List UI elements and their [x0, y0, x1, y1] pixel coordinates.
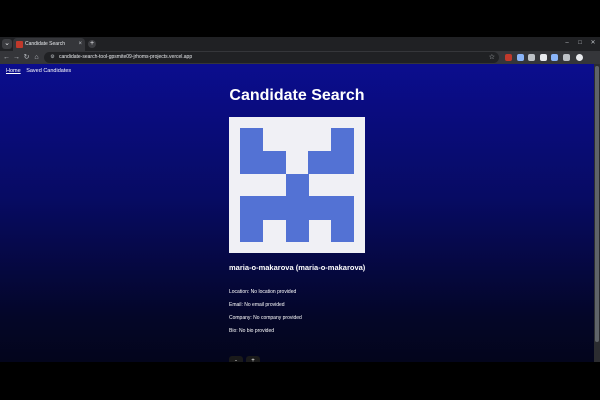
close-window-icon[interactable]: ✕ — [588, 39, 598, 48]
identicon-cell — [262, 196, 287, 220]
browser-window: ⌄ Candidate Search × + – □ ✕ ← → ↻ ⌂ ⚙ c… — [0, 37, 600, 362]
tab-search-button[interactable]: ⌄ — [2, 39, 12, 49]
save-candidate-button[interactable]: + — [246, 356, 260, 362]
candidate-email: Email: No email provided — [229, 302, 285, 308]
extension-github-icon[interactable] — [563, 54, 570, 61]
identicon-cell — [285, 219, 309, 243]
extension-blue-icon[interactable] — [517, 54, 524, 61]
candidate-name: maria-o-makarova (maria-o-makarova) — [229, 263, 366, 272]
favicon-icon — [16, 41, 23, 48]
candidate-company: Company: No company provided — [229, 315, 302, 321]
site-nav: Home Saved Candidates — [6, 68, 75, 74]
candidate-location: Location: No location provided — [229, 289, 297, 295]
url-text: candidate-search-tool-gpsmite09-jrhoms-p… — [59, 54, 193, 60]
reload-icon[interactable]: ↻ — [22, 53, 31, 62]
identicon-cell — [240, 128, 264, 152]
tab-title: Candidate Search — [25, 41, 66, 47]
identicon-cell — [240, 219, 264, 243]
scrollbar-thumb[interactable] — [595, 66, 599, 342]
nav-home-link[interactable]: Home — [6, 68, 21, 74]
identicon-cell — [331, 219, 355, 243]
forward-icon[interactable]: → — [12, 53, 21, 62]
identicon-cell — [331, 150, 355, 175]
reject-candidate-button[interactable]: - — [229, 356, 243, 362]
new-tab-button[interactable]: + — [88, 40, 96, 48]
browser-toolbar: ← → ↻ ⌂ ⚙ candidate-search-tool-gpsmite0… — [0, 51, 600, 64]
identicon-cell — [285, 196, 309, 220]
back-icon[interactable]: ← — [2, 53, 11, 62]
page-viewport: Home Saved Candidates Candidate Search m… — [0, 64, 594, 362]
nav-saved-candidates-link[interactable]: Saved Candidates — [26, 68, 71, 74]
extension-gray-icon[interactable] — [540, 54, 547, 61]
address-bar[interactable]: ⚙ candidate-search-tool-gpsmite09-jrhoms… — [44, 52, 499, 63]
tab-candidate-search[interactable]: Candidate Search × — [13, 38, 85, 51]
bookmark-star-icon[interactable]: ☆ — [489, 52, 495, 63]
identicon-cell — [240, 196, 264, 220]
tab-close-icon[interactable]: × — [78, 40, 82, 49]
identicon-cell — [240, 150, 264, 175]
home-icon[interactable]: ⌂ — [32, 53, 41, 62]
profile-icon[interactable] — [576, 54, 583, 61]
extension-red-icon[interactable] — [505, 54, 512, 61]
maximize-icon[interactable]: □ — [575, 39, 585, 48]
identicon-cell — [262, 150, 287, 175]
identicon-cell — [285, 173, 309, 197]
extension-blue-2-icon[interactable] — [551, 54, 558, 61]
site-info-icon[interactable]: ⚙ — [49, 54, 56, 61]
minimize-icon[interactable]: – — [562, 39, 572, 48]
page-scrollbar[interactable] — [594, 64, 600, 362]
identicon-cell — [331, 196, 355, 220]
identicon-cell — [308, 150, 332, 175]
identicon-cell — [308, 196, 332, 220]
identicon-cell — [331, 128, 355, 152]
candidate-bio: Bio: No bio provided — [229, 328, 275, 334]
extensions-puzzle-icon[interactable] — [528, 54, 535, 61]
tab-strip: ⌄ Candidate Search × + – □ ✕ — [0, 37, 600, 51]
candidate-avatar — [229, 117, 365, 253]
page-title: Candidate Search — [229, 87, 365, 104]
